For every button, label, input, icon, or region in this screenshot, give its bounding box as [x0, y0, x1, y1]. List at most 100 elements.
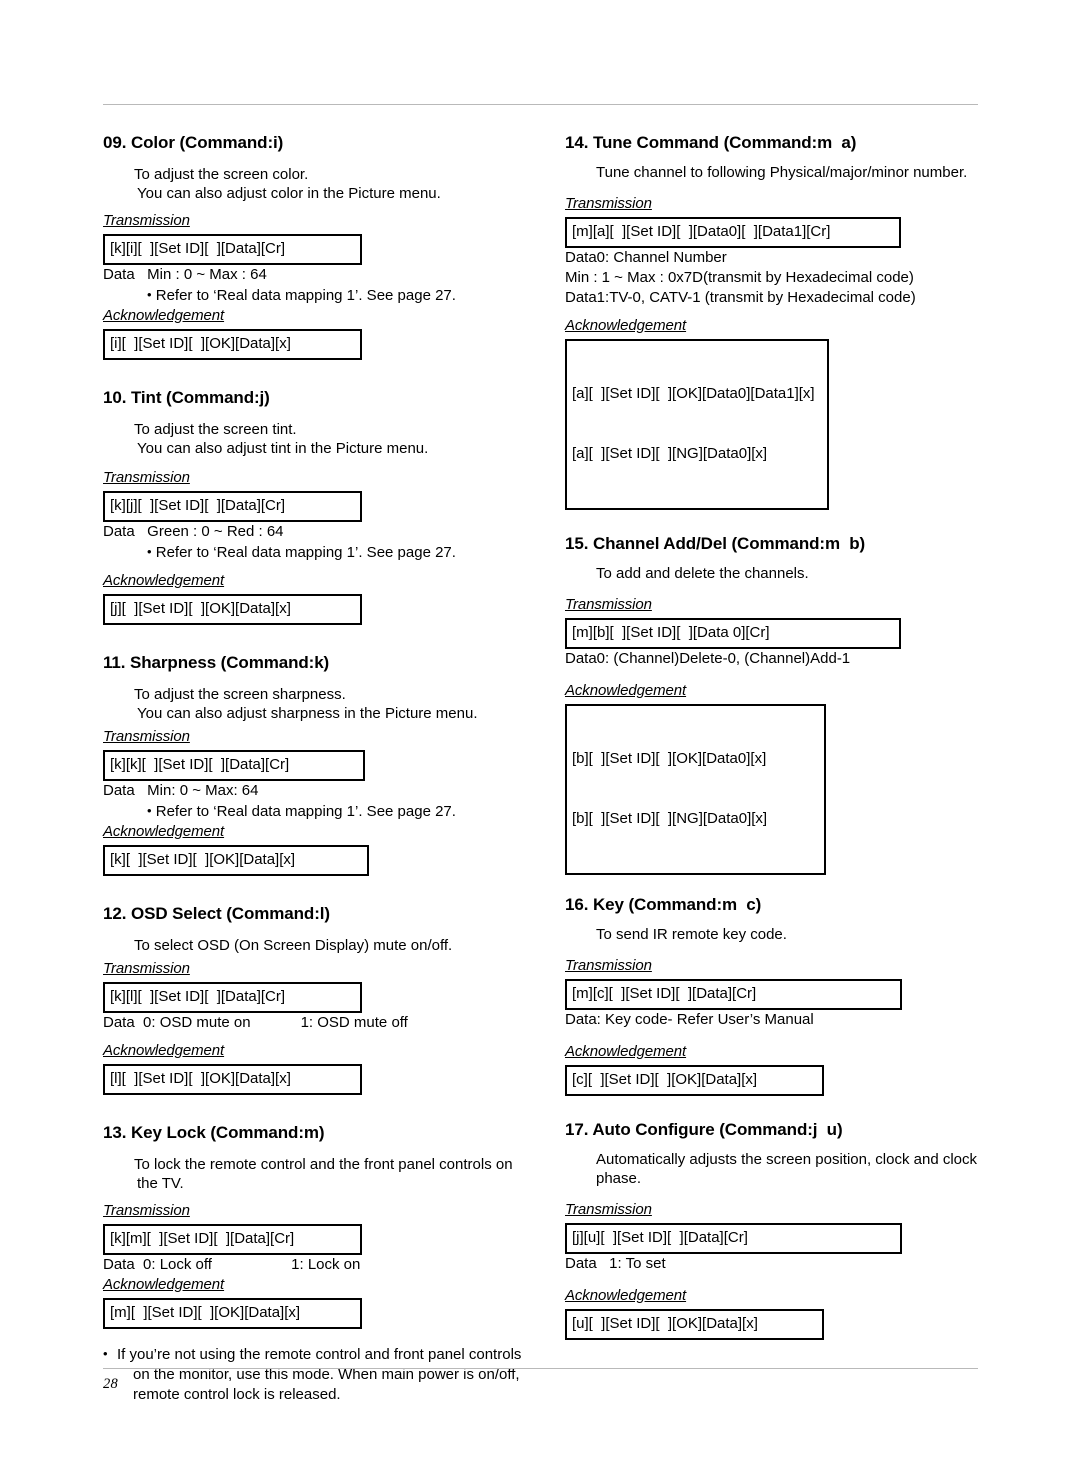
acknowledgement-code-box: [i][ ][Set ID][ ][OK][Data][x]	[103, 329, 362, 360]
header-rule	[103, 104, 978, 105]
transmission-label: Transmission	[103, 1202, 190, 1219]
refer-note-text: Refer to ‘Real data mapping 1’. See page…	[155, 803, 456, 820]
section-description-line-1: To adjust the screen tint.	[134, 421, 297, 438]
acknowledgement-code-box: [a][ ][Set ID][ ][OK][Data0][Data1][x] […	[565, 339, 829, 510]
code-line: [j][u][ ][Set ID][ ][Data][Cr]	[572, 1229, 748, 1246]
section-title: 15. Channel Add/Del (Command:m b)	[565, 534, 866, 553]
code-line-1: [c][ ][Set ID][ ][OK][Data][x]	[572, 1071, 758, 1088]
section-description-line-1: To adjust the screen sharpness.	[134, 686, 346, 703]
code-line: [m][ ][Set ID][ ][OK][Data][x]	[110, 1304, 301, 1321]
section-tune-command: 14. Tune Command (Command:m a) Tune chan…	[565, 133, 995, 510]
bullet-icon: •	[147, 544, 152, 559]
data-line-3: Data1:TV-0, CATV-1 (transmit by Hexadeci…	[565, 289, 916, 306]
section-description-line-2: You can also adjust color in the Picture…	[137, 185, 441, 202]
transmission-label: Transmission	[103, 469, 190, 486]
code-line-1: [u][ ][Set ID][ ][OK][Data][x]	[572, 1315, 758, 1332]
acknowledgement-label: Acknowledgement	[103, 572, 225, 589]
section-description-line-1: To adjust the screen color.	[134, 166, 309, 183]
refer-note-text: Refer to ‘Real data mapping 1’. See page…	[155, 287, 456, 304]
bullet-icon: •	[147, 803, 152, 818]
code-line: [m][c][ ][Set ID][ ][Data][Cr]	[572, 985, 757, 1002]
section-sharpness: 11. Sharpness (Command:k) To adjust the …	[103, 653, 533, 876]
code-line: [k][ ][Set ID][ ][OK][Data][x]	[110, 851, 296, 868]
code-line-2: [a][ ][Set ID][ ][NG][Data0][x]	[572, 445, 768, 462]
section-description-line-2: You can also adjust tint in the Picture …	[137, 440, 429, 457]
section-tint: 10. Tint (Command:j) To adjust the scree…	[103, 388, 533, 625]
transmission-code-box: [m][c][ ][Set ID][ ][Data][Cr]	[565, 979, 902, 1010]
section-key: 16. Key (Command:m c) To send IR remote …	[565, 895, 995, 1096]
footnote-line-3: remote control lock is released.	[133, 1386, 341, 1403]
transmission-code-box: [k][k][ ][Set ID][ ][Data][Cr]	[103, 750, 365, 781]
transmission-label: Transmission	[565, 1201, 652, 1218]
acknowledgement-code-box: [j][ ][Set ID][ ][OK][Data][x]	[103, 594, 362, 625]
section-color: 09. Color (Command:i) To adjust the scre…	[103, 133, 533, 360]
transmission-label: Transmission	[103, 728, 190, 745]
section-description-line-1: To add and delete the channels.	[596, 565, 809, 582]
data-range-line: Data Green : 0 ~ Red : 64	[103, 523, 284, 540]
data-line-2: Min : 1 ~ Max : 0x7D(transmit by Hexadec…	[565, 269, 914, 286]
code-line: [l][ ][Set ID][ ][OK][Data][x]	[110, 1070, 291, 1087]
transmission-code-box: [j][u][ ][Set ID][ ][Data][Cr]	[565, 1223, 902, 1254]
transmission-code-box: [m][a][ ][Set ID][ ][Data0][ ][Data1][Cr…	[565, 217, 901, 248]
left-column: 09. Color (Command:i) To adjust the scre…	[103, 133, 533, 1405]
section-title: 17. Auto Configure (Command:j u)	[565, 1120, 843, 1139]
data-line-1: Data0: (Channel)Delete-0, (Channel)Add-1	[565, 650, 851, 667]
section-key-lock: 13. Key Lock (Command:m) To lock the rem…	[103, 1123, 533, 1405]
transmission-code-box: [k][m][ ][Set ID][ ][Data][Cr]	[103, 1224, 362, 1255]
code-line: [k][l][ ][Set ID][ ][Data][Cr]	[110, 988, 286, 1005]
acknowledgement-code-box: [b][ ][Set ID][ ][OK][Data0][x] [b][ ][S…	[565, 704, 826, 875]
data-values-line: Data 0: Lock off 1: Lock on	[103, 1256, 361, 1273]
refer-note: • Refer to ‘Real data mapping 1’. See pa…	[103, 801, 533, 822]
refer-note: • Refer to ‘Real data mapping 1’. See pa…	[103, 285, 533, 306]
code-line-1: [a][ ][Set ID][ ][OK][Data0][Data1][x]	[572, 385, 815, 402]
acknowledgement-label: Acknowledgement	[103, 1042, 225, 1059]
code-line: [k][k][ ][Set ID][ ][Data][Cr]	[110, 756, 290, 773]
acknowledgement-code-box: [c][ ][Set ID][ ][OK][Data][x]	[565, 1065, 824, 1096]
code-line: [i][ ][Set ID][ ][OK][Data][x]	[110, 335, 291, 352]
data-range-line: Data Min: 0 ~ Max: 64	[103, 782, 259, 799]
acknowledgement-label: Acknowledgement	[565, 1287, 687, 1304]
code-line: [k][j][ ][Set ID][ ][Data][Cr]	[110, 497, 286, 514]
refer-note-text: Refer to ‘Real data mapping 1’. See page…	[155, 544, 456, 561]
right-column: 14. Tune Command (Command:m a) Tune chan…	[565, 133, 995, 1340]
acknowledgement-code-box: [k][ ][Set ID][ ][OK][Data][x]	[103, 845, 369, 876]
acknowledgement-label: Acknowledgement	[565, 1043, 687, 1060]
code-line: [m][b][ ][Set ID][ ][Data 0][Cr]	[572, 624, 770, 641]
acknowledgement-label: Acknowledgement	[103, 823, 225, 840]
section-description-line-1: To lock the remote control and the front…	[134, 1156, 513, 1173]
code-line: [m][a][ ][Set ID][ ][Data0][ ][Data1][Cr…	[572, 223, 831, 240]
data-range-line: Data Min : 0 ~ Max : 64	[103, 266, 267, 283]
data-line-1: Data0: Channel Number	[565, 249, 727, 266]
document-page: 09. Color (Command:i) To adjust the scre…	[0, 0, 1080, 1473]
code-line: [k][i][ ][Set ID][ ][Data][Cr]	[110, 240, 286, 257]
code-line: [j][ ][Set ID][ ][OK][Data][x]	[110, 600, 291, 617]
section-title: 09. Color (Command:i)	[103, 133, 284, 152]
section-osd-select: 12. OSD Select (Command:l) To select OSD…	[103, 904, 533, 1095]
section-auto-configure: 17. Auto Configure (Command:j u) Automat…	[565, 1120, 995, 1340]
section-title: 11. Sharpness (Command:k)	[103, 653, 330, 672]
acknowledgement-label: Acknowledgement	[103, 307, 225, 324]
transmission-label: Transmission	[565, 957, 652, 974]
section-title: 14. Tune Command (Command:m a)	[565, 133, 857, 152]
data-line-1: Data 1: To set	[565, 1255, 666, 1272]
acknowledgement-code-box: [u][ ][Set ID][ ][OK][Data][x]	[565, 1309, 824, 1340]
section-title: 16. Key (Command:m c)	[565, 895, 762, 914]
section-channel-add-del: 15. Channel Add/Del (Command:m b) To add…	[565, 534, 995, 875]
acknowledgement-code-box: [l][ ][Set ID][ ][OK][Data][x]	[103, 1064, 362, 1095]
acknowledgement-label: Acknowledgement	[565, 682, 687, 699]
transmission-code-box: [k][l][ ][Set ID][ ][Data][Cr]	[103, 982, 362, 1013]
transmission-label: Transmission	[565, 596, 652, 613]
footer-rule	[103, 1368, 978, 1369]
bullet-icon: •	[147, 287, 152, 302]
acknowledgement-code-box: [m][ ][Set ID][ ][OK][Data][x]	[103, 1298, 362, 1329]
code-line-2: [b][ ][Set ID][ ][NG][Data0][x]	[572, 810, 768, 827]
section-description-line-2: phase.	[596, 1170, 642, 1187]
refer-note: • Refer to ‘Real data mapping 1’. See pa…	[103, 542, 533, 563]
section-description-line-1: Tune channel to following Physical/major…	[596, 164, 968, 181]
section-title: 12. OSD Select (Command:l)	[103, 904, 330, 923]
transmission-code-box: [m][b][ ][Set ID][ ][Data 0][Cr]	[565, 618, 901, 649]
acknowledgement-label: Acknowledgement	[103, 1276, 225, 1293]
code-line-1: [b][ ][Set ID][ ][OK][Data0][x]	[572, 750, 767, 767]
section-description-line-2: You can also adjust sharpness in the Pic…	[137, 705, 478, 722]
section-title: 13. Key Lock (Command:m)	[103, 1123, 325, 1142]
